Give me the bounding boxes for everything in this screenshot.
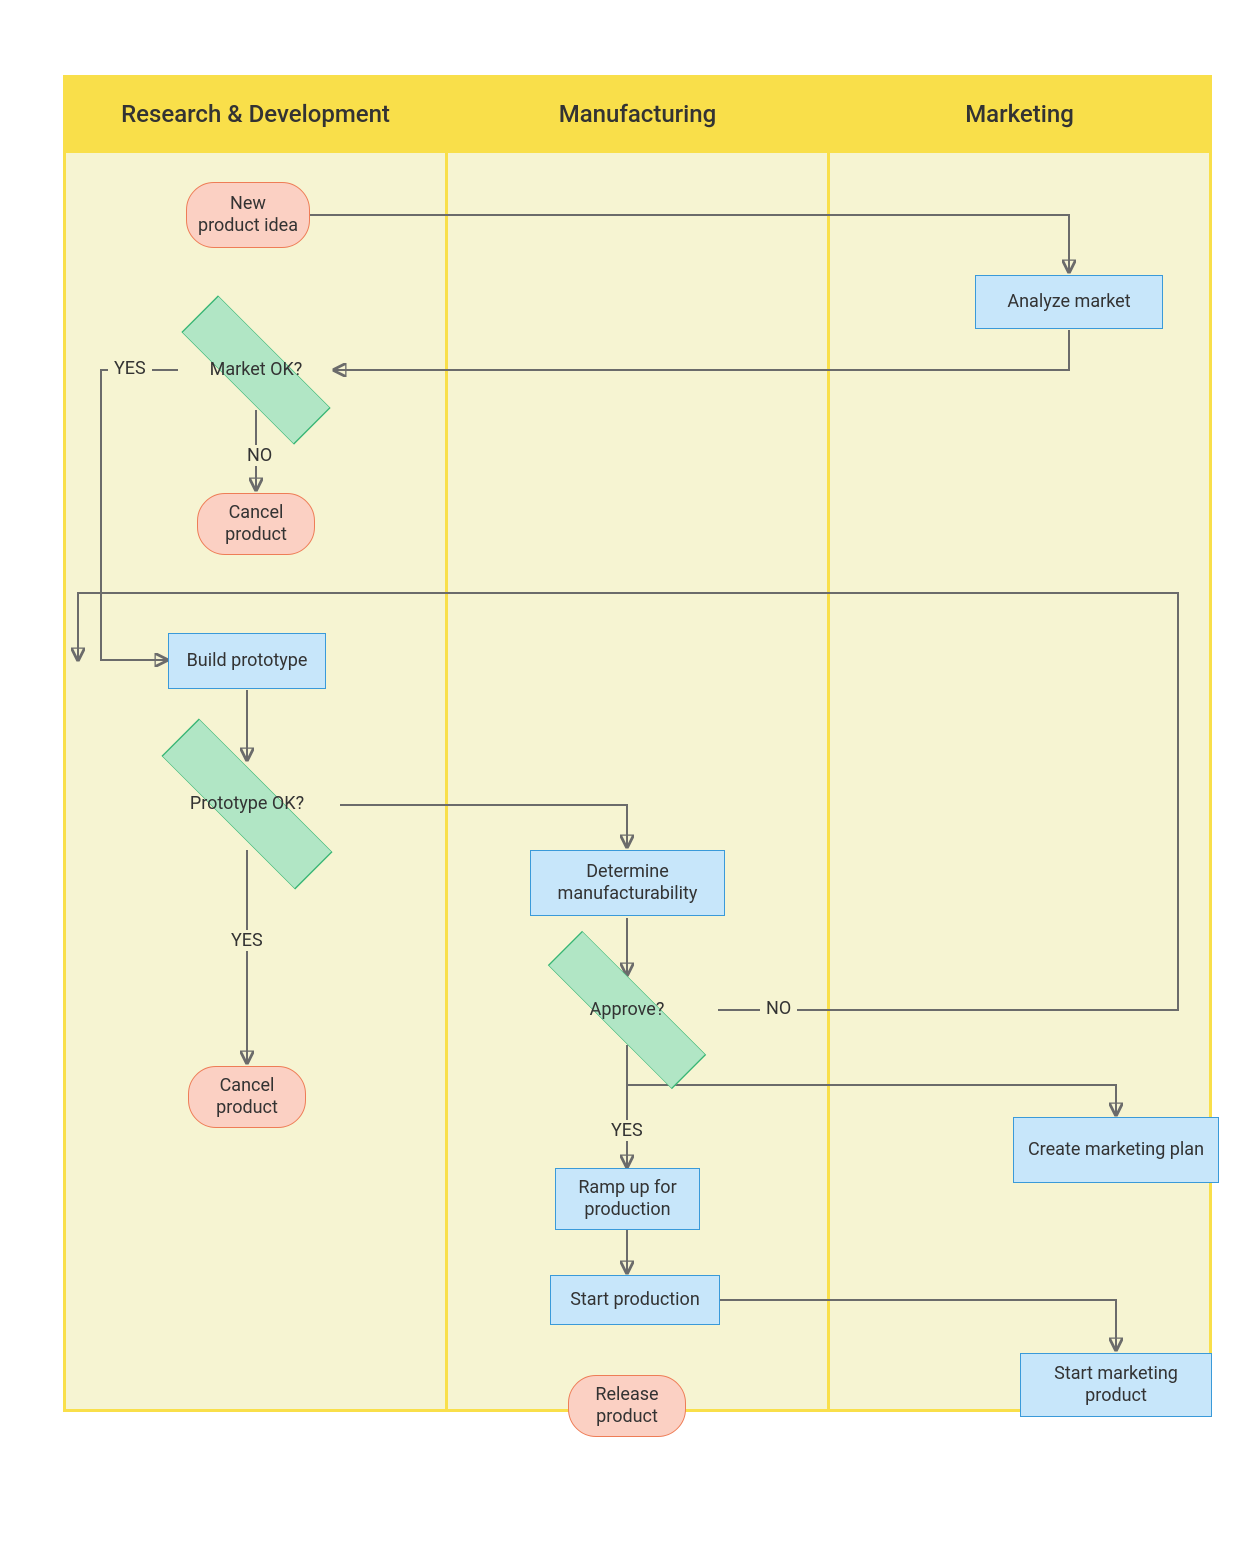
lane-rd-body	[63, 150, 448, 1412]
lane-mkt-header: Marketing	[827, 75, 1212, 153]
process-create-plan: Create marketing plan	[1013, 1117, 1219, 1183]
process-determine-mfg: Determine manufacturability	[530, 850, 725, 916]
terminator-release: Release product	[568, 1375, 686, 1437]
label-market-no: NO	[241, 445, 278, 466]
label-approve-no: NO	[760, 998, 797, 1019]
label-approve-yes: YES	[605, 1120, 649, 1141]
label-proto-yes: YES	[225, 930, 269, 951]
process-analyze-market: Analyze market	[975, 275, 1163, 329]
terminator-cancel-2: Cancel product	[188, 1066, 306, 1128]
lane-mfg-header: Manufacturing	[445, 75, 830, 153]
process-ramp-up: Ramp up for production	[555, 1168, 700, 1230]
process-start-production: Start production	[550, 1275, 720, 1325]
label-market-yes: YES	[108, 358, 152, 379]
lane-mkt-body	[827, 150, 1212, 1412]
terminator-cancel-1: Cancel product	[197, 493, 315, 555]
terminator-new-idea: New product idea	[186, 182, 310, 248]
process-build-prototype: Build prototype	[168, 633, 326, 689]
process-start-marketing: Start marketing product	[1020, 1353, 1212, 1417]
swimlane-flowchart: Research & Development Manufacturing Mar…	[0, 0, 1259, 1550]
lane-rd-header: Research & Development	[63, 75, 448, 153]
